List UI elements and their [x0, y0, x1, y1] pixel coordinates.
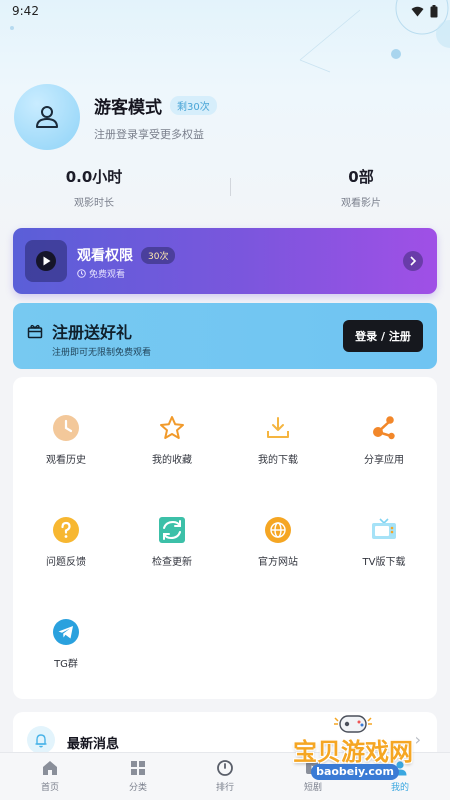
battery-icon	[430, 4, 438, 17]
bottom-tab-bar: 首页 分类 排行 短剧 我的	[0, 752, 450, 800]
home-icon	[43, 761, 57, 775]
download-icon	[263, 413, 293, 443]
play-icon	[36, 251, 56, 271]
grid-item-tg-group[interactable]: TG群	[13, 617, 119, 677]
tab-label: 分类	[128, 783, 147, 793]
grid-label: 官方网站	[258, 557, 298, 568]
share-icon	[369, 413, 399, 443]
avatar[interactable]	[14, 84, 80, 150]
rank-icon	[217, 760, 233, 776]
features-grid: 观看历史 我的收藏 我的下载 分享应用 问题反馈 检查更新 官方网站 TV版下载…	[13, 377, 437, 699]
vip-count-badge: 30次	[141, 246, 176, 264]
globe-icon	[263, 515, 293, 545]
stat-label: 观影时长	[74, 198, 114, 209]
grid-label: 检查更新	[152, 557, 192, 568]
bell-icon	[27, 726, 55, 754]
tab-home[interactable]: 首页	[5, 759, 95, 793]
star-icon	[157, 413, 187, 443]
vip-subtitle: 免费观看	[89, 270, 126, 280]
tab-category[interactable]: 分类	[93, 759, 183, 793]
tab-label: 排行	[215, 783, 234, 793]
grid-item-check-update[interactable]: 检查更新	[119, 515, 225, 575]
stats-row: 0.0小时 观影时长 0部 观看影片	[0, 166, 450, 210]
grid-item-feedback[interactable]: 问题反馈	[13, 515, 119, 575]
profile-text: 游客模式 剩30次 注册登录享受更多权益	[94, 93, 217, 142]
vip-title-row: 观看权限 30次	[77, 245, 176, 265]
grid-item-share[interactable]: 分享应用	[331, 413, 437, 473]
clock-small-icon	[77, 269, 86, 278]
tab-ranking[interactable]: 排行	[180, 759, 270, 793]
play-icon-box	[25, 240, 67, 282]
grid-item-favorites[interactable]: 我的收藏	[119, 413, 225, 473]
grid-label: 观看历史	[46, 455, 86, 466]
grid-item-official-site[interactable]: 官方网站	[225, 515, 331, 575]
login-register-button[interactable]: 登录 / 注册	[343, 320, 423, 352]
grid-label: 我的下载	[258, 455, 298, 466]
grid-label: TG群	[54, 659, 78, 670]
stat-watched-count: 0部 观看影片	[281, 166, 441, 209]
user-name: 游客模式	[94, 97, 162, 118]
remaining-count-badge: 剩30次	[170, 95, 217, 115]
vip-subtitle-row: 免费观看	[77, 267, 125, 280]
stat-value: 0.0小时	[65, 168, 123, 186]
latest-messages-title: 最新消息	[67, 737, 120, 752]
grid-label: 我的收藏	[152, 455, 192, 466]
status-icons	[411, 4, 438, 18]
stat-label: 观看影片	[341, 198, 381, 209]
grid-item-downloads[interactable]: 我的下载	[225, 413, 331, 473]
tab-label: 我的	[390, 783, 409, 793]
grid-label: 问题反馈	[46, 557, 86, 568]
wifi-icon	[411, 6, 424, 16]
watch-permission-card[interactable]: 观看权限 30次 免费观看	[13, 228, 437, 294]
grid-item-history[interactable]: 观看历史	[13, 413, 119, 473]
gift-icon	[27, 324, 43, 339]
register-promo-card[interactable]: 注册送好礼 注册即可无限制免费观看 登录 / 注册	[13, 303, 437, 369]
tab-mine[interactable]: 我的	[355, 759, 445, 793]
play-icon	[306, 762, 320, 774]
stats-divider	[230, 178, 231, 196]
status-time: 9:42	[12, 4, 39, 18]
person-icon	[36, 106, 58, 128]
telegram-icon	[51, 617, 81, 647]
stat-watch-time: 0.0小时 观影时长	[14, 166, 174, 209]
tab-label: 首页	[40, 783, 59, 793]
refresh-icon	[157, 515, 187, 545]
stat-value: 0部	[348, 168, 374, 186]
chevron-right-icon[interactable]	[403, 251, 423, 271]
chevron-right-icon: ›	[414, 730, 421, 749]
profile-name-row: 游客模式 剩30次	[94, 93, 217, 118]
tab-short-drama[interactable]: 短剧	[268, 759, 358, 793]
grid-icon	[131, 761, 145, 775]
grid-label: TV版下载	[362, 557, 406, 568]
register-title-row: 注册送好礼	[27, 319, 132, 343]
question-icon	[51, 515, 81, 545]
register-subtitle: 注册即可无限制免费观看	[52, 348, 152, 358]
tab-label: 短剧	[303, 783, 322, 793]
user-subtitle: 注册登录享受更多权益	[94, 127, 204, 141]
register-title: 注册送好礼	[52, 323, 133, 342]
grid-label: 分享应用	[364, 455, 404, 466]
tv-icon	[369, 515, 399, 545]
person-icon	[393, 761, 407, 776]
grid-item-tv-download[interactable]: TV版下载	[331, 515, 437, 575]
clock-icon	[51, 413, 81, 443]
profile-header[interactable]: 游客模式 剩30次 注册登录享受更多权益	[14, 84, 217, 150]
status-bar: 9:42	[0, 0, 450, 22]
vip-title: 观看权限	[77, 248, 133, 264]
